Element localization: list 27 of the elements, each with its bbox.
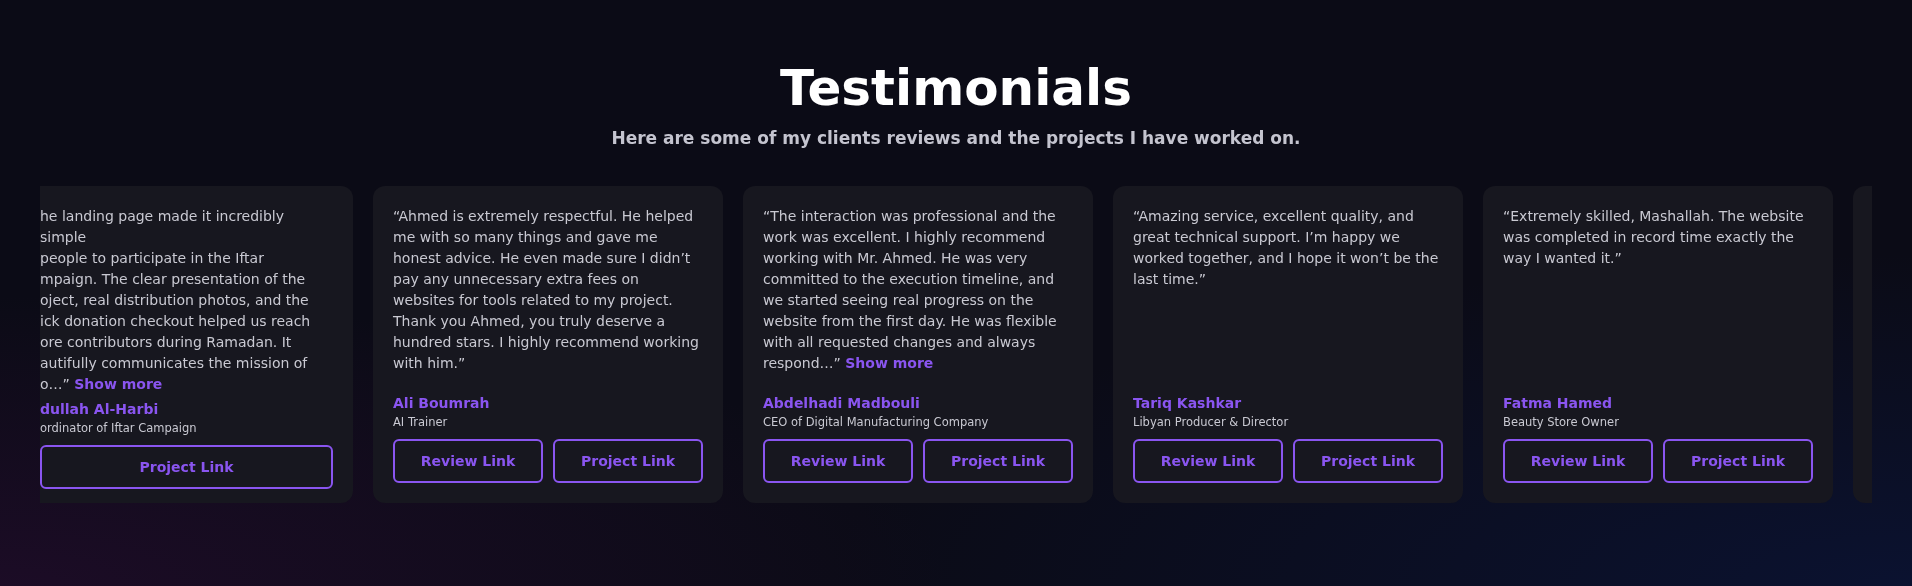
link-button[interactable]: Project Link bbox=[1293, 439, 1443, 483]
link-button[interactable]: Review Link bbox=[393, 439, 543, 483]
show-more-link[interactable]: Show more bbox=[74, 376, 163, 392]
link-button[interactable]: Project Link bbox=[553, 439, 703, 483]
show-more-link[interactable]: Show more bbox=[845, 355, 934, 371]
link-button[interactable]: Project Link bbox=[923, 439, 1073, 483]
client-role: CEO of Digital Manufacturing Company bbox=[763, 415, 990, 429]
client-role: AI Trainer bbox=[393, 415, 449, 429]
client-role: ordinator of Iftar Campaign bbox=[40, 421, 198, 435]
section-subtitle: Here are some of my clients reviews and the projects I have worked on. bbox=[611, 128, 1301, 148]
review-text: “The interaction was professional and the work was excellent. I highly recommend working with Mr. Ahmed. He was very committed to the execution timeline, and we started seeing real progress on the website from the first day. He was flexible with all requested changes and always respond…” Show more bbox=[763, 207, 1058, 373]
link-button[interactable]: Review Link bbox=[763, 439, 913, 483]
link-button[interactable]: Review Link bbox=[1503, 439, 1653, 483]
section-title: Testimonials bbox=[780, 58, 1132, 118]
client-role: Libyan Producer & Director bbox=[1133, 415, 1290, 429]
client-name: dullah Al-Harbi bbox=[40, 401, 160, 417]
client-name: Ali Boumrah bbox=[393, 395, 491, 411]
client-name: Fatma Hamed bbox=[1503, 395, 1614, 411]
client-name: Abdelhadi Madbouli bbox=[763, 395, 921, 411]
client-name: Tariq Kashkar bbox=[1133, 395, 1243, 411]
review-text: “Amazing service, excellent quality, and great technical support. I’m happy we worked together, and I hope it won’t be the last time.” bbox=[1133, 207, 1440, 289]
link-button[interactable]: Project Link bbox=[40, 445, 333, 489]
client-role: Beauty Store Owner bbox=[1503, 415, 1620, 429]
link-button[interactable]: Review Link bbox=[1133, 439, 1283, 483]
review-text: “Ahmed is extremely respectful. He helped me with so many things and gave me honest advice. He even made sure I didn’t pay any unnecessary extra fees on websites for tools related to my project. Thank you Ahmed, you truly deserve a hundred stars. I highly recommend working with him.” bbox=[393, 207, 700, 373]
link-button[interactable]: Project Link bbox=[1663, 439, 1813, 483]
review-text: “Extremely skilled, Mashallah. The website was completed in record time exactly the way I wanted it.” bbox=[1503, 207, 1805, 268]
